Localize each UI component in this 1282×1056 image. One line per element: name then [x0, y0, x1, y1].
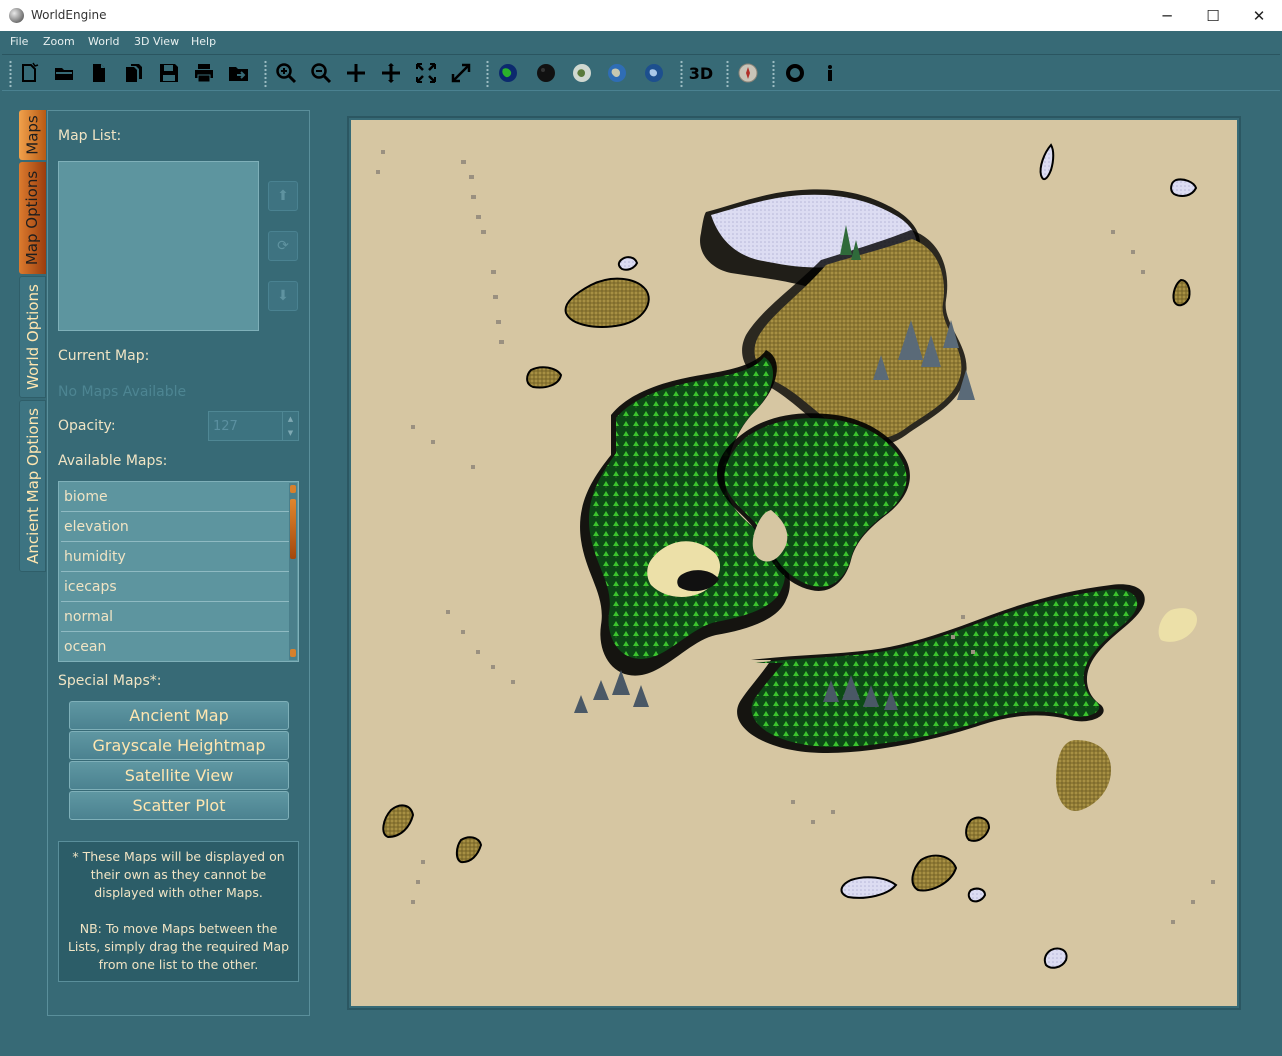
- move-down-button[interactable]: ⬇: [268, 281, 298, 311]
- ancient-map-button[interactable]: Ancient Map: [69, 701, 289, 730]
- copy-document-icon[interactable]: [121, 60, 147, 86]
- globe-light-icon[interactable]: [569, 60, 595, 86]
- move-cross-icon[interactable]: [378, 60, 404, 86]
- minimize-button[interactable]: ─: [1144, 0, 1190, 31]
- opacity-value: 127: [213, 419, 238, 434]
- stepper-down-icon[interactable]: ▼: [283, 426, 298, 440]
- globe-dark-icon[interactable]: [533, 60, 559, 86]
- current-map-value: No Maps Available: [58, 384, 187, 400]
- menu-bar: File Zoom World 3D View Help: [0, 31, 1282, 53]
- opacity-label: Opacity:: [58, 418, 116, 434]
- view-3d-label: 3D: [688, 63, 714, 83]
- note-drag-text: NB: To move Maps between the Lists, simp…: [67, 921, 290, 972]
- lifebuoy-icon[interactable]: [782, 60, 808, 86]
- map-view[interactable]: [347, 116, 1241, 1010]
- opacity-spinbox[interactable]: 127 ▲ ▼: [208, 411, 299, 441]
- move-up-button[interactable]: ⬆: [268, 181, 298, 211]
- zoom-out-icon[interactable]: [308, 60, 334, 86]
- toolbar-grip[interactable]: [772, 60, 775, 88]
- close-button[interactable]: ✕: [1236, 0, 1282, 31]
- print-icon[interactable]: [191, 60, 217, 86]
- menu-help[interactable]: Help: [191, 35, 216, 48]
- menu-zoom[interactable]: Zoom: [43, 35, 75, 48]
- tab-ancient-map-options[interactable]: Ancient Map Options: [19, 400, 46, 572]
- stepper-up-icon[interactable]: ▲: [283, 412, 298, 426]
- refresh-button[interactable]: ⟳: [268, 231, 298, 261]
- arrow-up-icon: ⬆: [277, 188, 289, 204]
- list-item[interactable]: icecaps: [61, 573, 289, 602]
- save-icon[interactable]: [156, 60, 182, 86]
- list-item[interactable]: humidity: [61, 543, 289, 572]
- tab-map-options-label: Map Options: [23, 170, 42, 266]
- grayscale-heightmap-button[interactable]: Grayscale Heightmap: [69, 731, 289, 760]
- info-icon[interactable]: [817, 60, 843, 86]
- scroll-thumb[interactable]: [290, 499, 296, 559]
- expand-icon[interactable]: [448, 60, 474, 86]
- menu-world[interactable]: World: [88, 35, 120, 48]
- menu-3d-view[interactable]: 3D View: [134, 35, 179, 48]
- scroll-down-button[interactable]: [290, 649, 296, 657]
- app-logo-icon: [9, 8, 24, 23]
- current-map-label: Current Map:: [58, 348, 150, 364]
- title-bar: WorldEngine ─ ☐ ✕: [0, 0, 1282, 31]
- opacity-stepper[interactable]: ▲ ▼: [282, 412, 298, 440]
- special-maps-note: * These Maps will be displayed on their …: [58, 841, 299, 982]
- refresh-icon: ⟳: [277, 238, 289, 254]
- map-list[interactable]: [58, 161, 259, 331]
- special-maps-label: Special Maps*:: [58, 673, 162, 689]
- list-item[interactable]: normal: [61, 603, 289, 632]
- menu-file[interactable]: File: [10, 35, 28, 48]
- compass-icon[interactable]: [735, 60, 761, 86]
- tab-map-options[interactable]: Map Options: [19, 162, 46, 274]
- zoom-in-icon[interactable]: [273, 60, 299, 86]
- list-item[interactable]: biome: [61, 483, 289, 512]
- toolbar-grip[interactable]: [486, 60, 489, 88]
- export-folder-icon[interactable]: [226, 60, 252, 86]
- list-item[interactable]: ocean: [61, 633, 289, 661]
- tab-maps-label: Maps: [23, 115, 42, 155]
- satellite-view-button[interactable]: Satellite View: [69, 761, 289, 790]
- globe-green-icon[interactable]: [495, 60, 521, 86]
- scrollbar[interactable]: [289, 483, 297, 660]
- open-folder-icon[interactable]: [51, 60, 77, 86]
- scatter-plot-button[interactable]: Scatter Plot: [69, 791, 289, 820]
- tab-world-options-label: World Options: [23, 284, 42, 390]
- fit-screen-icon[interactable]: [413, 60, 439, 86]
- maximize-button[interactable]: ☐: [1190, 0, 1236, 31]
- globe-earth-icon[interactable]: [604, 60, 630, 86]
- toolbar-grip[interactable]: [680, 60, 683, 88]
- document-icon[interactable]: [86, 60, 112, 86]
- tab-ancient-map-options-label: Ancient Map Options: [23, 408, 42, 564]
- toolbar-grip[interactable]: [9, 60, 12, 88]
- list-item[interactable]: elevation: [61, 513, 289, 542]
- arrow-down-icon: ⬇: [277, 288, 289, 304]
- tab-maps[interactable]: Maps: [19, 110, 46, 160]
- map-list-label: Map List:: [58, 128, 122, 144]
- available-maps-list[interactable]: biome elevation humidity icecaps normal …: [58, 481, 299, 662]
- available-maps-label: Available Maps:: [58, 453, 168, 469]
- world-map[interactable]: [351, 120, 1237, 1006]
- new-document-icon[interactable]: [16, 60, 42, 86]
- scroll-up-button[interactable]: [290, 485, 296, 493]
- toolbar-grip[interactable]: [726, 60, 729, 88]
- note-display-text: * These Maps will be displayed on their …: [72, 849, 285, 900]
- tab-world-options[interactable]: World Options: [19, 276, 46, 398]
- window-title: WorldEngine: [31, 8, 107, 22]
- view-3d-button[interactable]: 3D: [686, 60, 716, 86]
- toolbar: 3D: [2, 54, 1280, 91]
- globe-blue-icon[interactable]: [641, 60, 667, 86]
- toolbar-grip[interactable]: [264, 60, 267, 88]
- move-icon[interactable]: [343, 60, 369, 86]
